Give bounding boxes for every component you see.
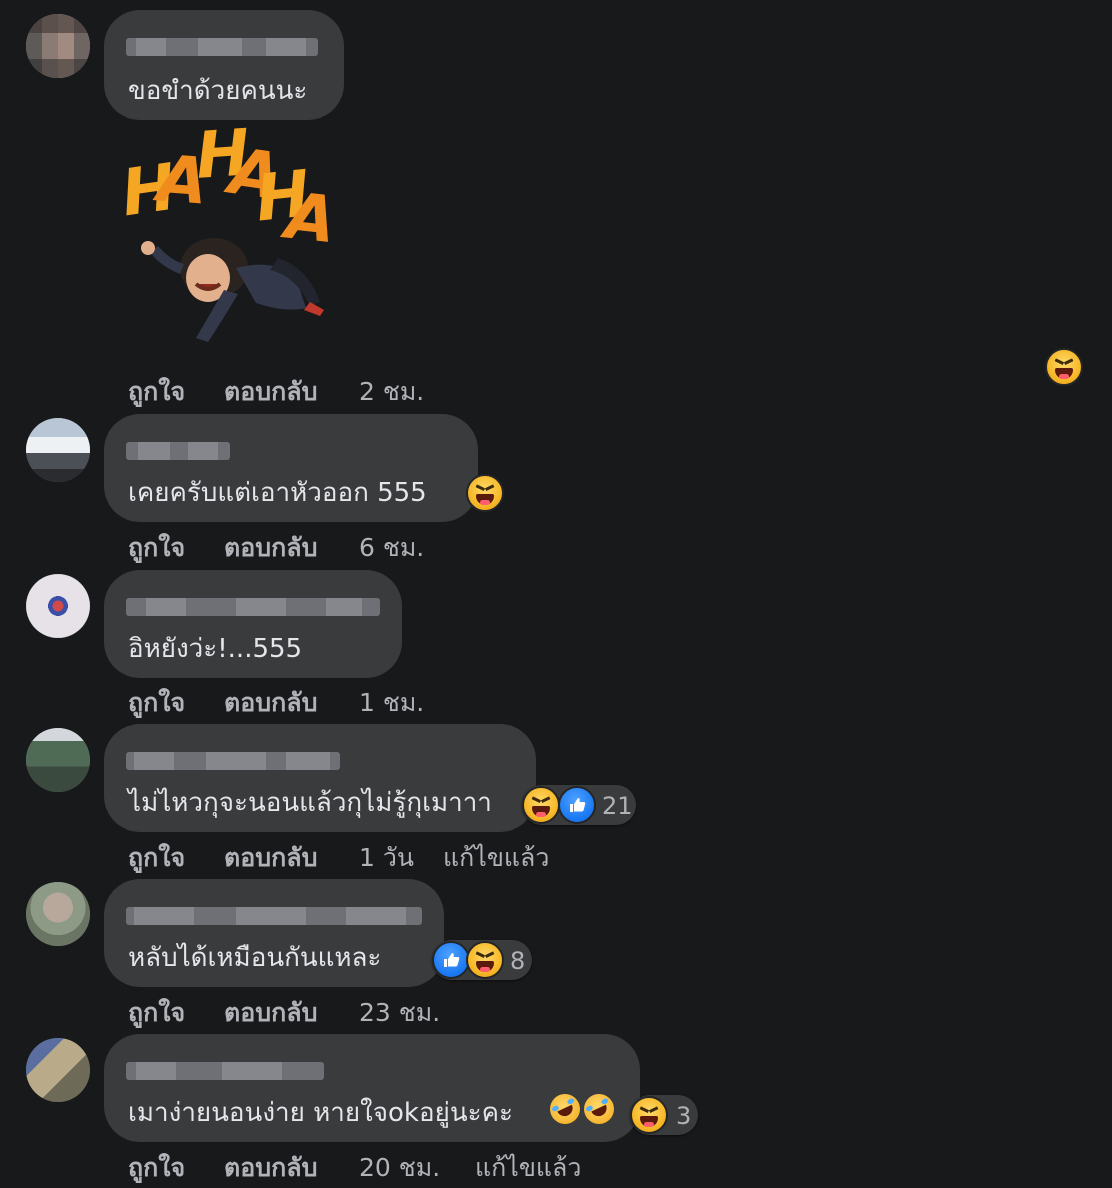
comment-text: เมาง่ายนอนง่าย หายใจokอยู่นะคะ: [128, 1098, 513, 1128]
avatar[interactable]: [26, 14, 90, 78]
like-link[interactable]: ถูกใจ: [128, 838, 185, 878]
reaction-count: 8: [510, 947, 526, 975]
comment-bubble: หลับได้เหมือนกันแหละ: [104, 879, 444, 987]
comment-bubble: อิหยังว่ะ!...555: [104, 570, 402, 678]
comment-bubble: ขอขำด้วยคนนะ: [104, 10, 344, 120]
commenter-name-redacted[interactable]: [126, 598, 380, 616]
edited-label[interactable]: แก้ไขแล้ว: [443, 838, 549, 878]
like-icon: [432, 941, 470, 979]
commenter-name-redacted[interactable]: [126, 442, 230, 460]
like-link[interactable]: ถูกใจ: [128, 993, 185, 1033]
avatar[interactable]: [26, 1038, 90, 1102]
avatar[interactable]: [26, 418, 90, 482]
avatar[interactable]: [26, 728, 90, 792]
reply-link[interactable]: ตอบกลับ: [224, 372, 317, 412]
reply-link[interactable]: ตอบกลับ: [224, 1148, 317, 1188]
commenter-name-redacted[interactable]: [126, 38, 318, 56]
timestamp[interactable]: 6 ชม.: [359, 528, 424, 568]
reply-link[interactable]: ตอบกลับ: [224, 838, 317, 878]
timestamp[interactable]: 1 ชม.: [359, 683, 424, 723]
reaction-summary[interactable]: 3: [630, 1095, 698, 1135]
reply-link[interactable]: ตอบกลับ: [224, 993, 317, 1033]
like-link[interactable]: ถูกใจ: [128, 1148, 185, 1188]
reaction-count: 3: [676, 1102, 692, 1130]
avatar[interactable]: [26, 574, 90, 638]
avatar[interactable]: [26, 882, 90, 946]
rofl-icon: [579, 1089, 619, 1129]
edited-label[interactable]: แก้ไขแล้ว: [475, 1148, 581, 1188]
haha-icon[interactable]: [1045, 348, 1083, 386]
reply-link[interactable]: ตอบกลับ: [224, 528, 317, 568]
timestamp[interactable]: 23 ชม.: [359, 993, 440, 1033]
like-link[interactable]: ถูกใจ: [128, 528, 185, 568]
comment-text: เคยครับแต่เอาหัวออก 555: [128, 478, 427, 508]
comment-bubble: เคยครับแต่เอาหัวออก 555: [104, 414, 478, 522]
timestamp[interactable]: 1 วัน: [359, 838, 414, 878]
comment-text: อิหยังว่ะ!...555: [128, 634, 303, 664]
comment-bubble: เมาง่ายนอนง่าย หายใจokอยู่นะคะ: [104, 1034, 640, 1142]
like-icon: [558, 786, 596, 824]
reaction-count: 21: [602, 792, 633, 820]
rofl-icon: [545, 1089, 585, 1129]
timestamp[interactable]: 2 ชม.: [359, 372, 424, 412]
laughing-avatar-sticker: H A H A H A: [117, 116, 339, 358]
comment-text: หลับได้เหมือนกันแหละ: [128, 943, 382, 973]
reaction-summary[interactable]: 8: [432, 940, 532, 980]
reply-link[interactable]: ตอบกลับ: [224, 683, 317, 723]
timestamp[interactable]: 20 ชม.: [359, 1148, 440, 1188]
haha-icon: [522, 786, 560, 824]
reaction-summary[interactable]: 21: [522, 785, 636, 825]
comment-text: ขอขำด้วยคนนะ: [128, 76, 308, 106]
like-link[interactable]: ถูกใจ: [128, 372, 185, 412]
like-link[interactable]: ถูกใจ: [128, 683, 185, 723]
commenter-name-redacted[interactable]: [126, 752, 340, 770]
haha-icon: [630, 1096, 668, 1134]
haha-icon: [466, 941, 504, 979]
commenter-name-redacted[interactable]: [126, 907, 422, 925]
crawling-avatar-figure: [141, 238, 324, 342]
comment-text: ไม่ไหวกุจะนอนแล้วกุไม่รู้กุเมาาา: [128, 788, 492, 818]
comment-bubble: ไม่ไหวกุจะนอนแล้วกุไม่รู้กุเมาาา: [104, 724, 536, 832]
commenter-name-redacted[interactable]: [126, 1062, 324, 1080]
haha-icon: [466, 474, 504, 512]
